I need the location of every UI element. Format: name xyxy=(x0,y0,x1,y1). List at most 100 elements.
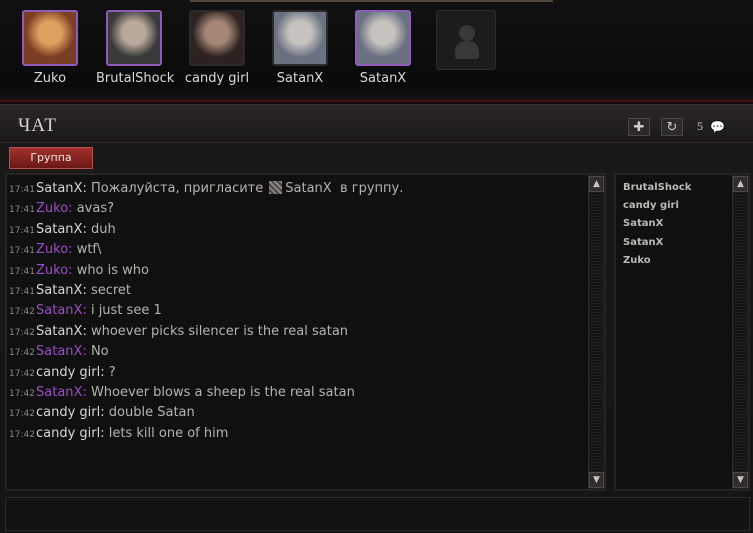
plus-icon: ✚ xyxy=(633,119,645,135)
message-author[interactable]: candy girl xyxy=(36,365,100,380)
author-separator: : xyxy=(100,405,109,421)
title-divider xyxy=(0,142,753,143)
chat-message: 17:41SatanX: secret xyxy=(9,281,584,301)
message-time: 17:41 xyxy=(9,185,35,195)
message-text: secret xyxy=(90,282,132,298)
party-bar-glow xyxy=(190,0,553,2)
avatar[interactable] xyxy=(272,10,328,66)
message-author[interactable]: Zuko xyxy=(36,263,68,278)
message-time: 17:42 xyxy=(9,307,35,318)
party-member[interactable]: candy girl xyxy=(179,10,255,86)
member-scrollbar[interactable]: ▲ ▼ xyxy=(732,175,748,489)
message-text: duh xyxy=(90,221,116,237)
party-member[interactable]: SatanX xyxy=(262,10,338,86)
speech-bubble-icon: 💬 xyxy=(710,120,725,134)
message-text: who is who xyxy=(76,262,149,278)
triangle-down-icon[interactable]: ▼ xyxy=(589,472,604,488)
author-separator: : xyxy=(82,384,91,400)
chat-message: 17:41Zuko: who is who xyxy=(9,261,584,281)
chat-input-box xyxy=(5,497,750,531)
party-member-name: Zuko xyxy=(33,71,67,86)
message-author[interactable]: SatanX xyxy=(36,385,82,400)
chat-message: 17:42SatanX: Whoever blows a sheep is th… xyxy=(9,383,584,403)
channel-member[interactable]: Zuko xyxy=(623,252,691,270)
message-time: 17:41 xyxy=(9,246,35,257)
chat-members-panel: BrutalShock candy girl SatanX SatanX Zuko ▲ … xyxy=(614,173,750,491)
message-scrollbar[interactable]: ▲ ▼ xyxy=(588,175,604,489)
message-author[interactable]: SatanX xyxy=(36,181,82,196)
message-author[interactable]: Zuko xyxy=(36,242,68,257)
chat-message: 17:41SatanX: duh xyxy=(9,220,584,240)
author-separator: : xyxy=(82,323,91,339)
refresh-icon: ↻ xyxy=(666,119,678,135)
member-count: 5 xyxy=(697,119,703,133)
invite-player-link[interactable]: SatanX xyxy=(285,181,331,196)
message-text: Whoever blows a sheep is the real satan xyxy=(90,384,355,400)
message-time: 17:42 xyxy=(9,368,35,379)
channel-member[interactable]: candy girl xyxy=(623,197,691,215)
empty-party-slot[interactable] xyxy=(436,10,496,70)
chat-message: 17:42SatanX: whoever picks silencer is t… xyxy=(9,322,584,342)
refresh-chat-button[interactable]: ↻ xyxy=(661,118,683,136)
message-time: 17:42 xyxy=(9,388,35,399)
message-time: 17:41 xyxy=(9,286,35,297)
avatar[interactable] xyxy=(106,10,162,66)
triangle-up-icon[interactable]: ▲ xyxy=(733,176,748,192)
avatar[interactable] xyxy=(22,10,78,66)
message-author[interactable]: SatanX xyxy=(36,324,82,339)
message-author[interactable]: SatanX xyxy=(36,283,82,298)
channel-member[interactable]: SatanX xyxy=(623,234,691,252)
channel-member[interactable]: BrutalShock xyxy=(623,179,691,197)
avatar[interactable] xyxy=(189,10,245,66)
party-member-name: candy girl xyxy=(184,71,250,86)
party-member-name: SatanX xyxy=(359,71,407,86)
add-chat-button[interactable]: ✚ xyxy=(628,118,650,136)
chat-message: 17:41Zuko: avas? xyxy=(9,199,584,219)
avatar[interactable] xyxy=(355,10,411,66)
avatar-image xyxy=(108,12,160,64)
chat-input[interactable] xyxy=(6,498,749,530)
triangle-down-icon[interactable]: ▼ xyxy=(733,472,748,488)
chat-message: 17:41SatanX: Пожалуйста, пригласите Satan… xyxy=(9,179,584,199)
message-author[interactable]: SatanX xyxy=(36,344,82,359)
message-text: No xyxy=(90,344,109,360)
triangle-up-icon[interactable]: ▲ xyxy=(589,176,604,192)
message-time: 17:41 xyxy=(9,205,35,216)
party-bar: Zuko BrutalShock candy girl SatanX SatanX xyxy=(0,0,753,102)
message-time: 17:42 xyxy=(9,327,35,338)
author-separator: : xyxy=(68,262,77,278)
author-separator: : xyxy=(82,282,91,298)
avatar-image xyxy=(191,12,243,64)
tab-group[interactable]: Группа xyxy=(9,147,93,169)
author-separator: : xyxy=(68,201,77,217)
message-time: 17:41 xyxy=(9,225,35,236)
chat-panel: ЧАТ ✚ ↻ 5 💬 Группа 17:41SatanX: Пожалуйс… xyxy=(0,104,753,533)
chat-message: 17:42candy girl: lets kill one of him xyxy=(9,424,584,444)
avatar-image xyxy=(357,12,409,64)
message-author[interactable]: candy girl xyxy=(36,426,100,441)
party-member[interactable]: BrutalShock xyxy=(96,10,174,86)
party-member-name: SatanX xyxy=(276,71,324,86)
author-separator: : xyxy=(68,242,77,258)
message-author[interactable]: Zuko xyxy=(36,201,68,216)
party-member[interactable]: SatanX xyxy=(345,10,421,86)
chat-title: ЧАТ xyxy=(18,115,58,136)
message-author[interactable]: candy girl xyxy=(36,405,100,420)
message-time: 17:42 xyxy=(9,348,35,359)
message-time: 17:42 xyxy=(9,429,35,440)
scroll-track[interactable] xyxy=(735,193,746,471)
message-author[interactable]: SatanX xyxy=(36,303,82,318)
chat-message: 17:42SatanX: i just see 1 xyxy=(9,301,584,321)
author-separator: : xyxy=(82,221,91,237)
message-author[interactable]: SatanX xyxy=(36,222,82,237)
message-text: Пожалуйста, пригласите xyxy=(90,181,264,196)
author-separator: : xyxy=(82,181,91,196)
party-member[interactable]: Zuko xyxy=(12,10,88,86)
chat-message: 17:42candy girl: double Satan xyxy=(9,403,584,423)
message-text: lets kill one of him xyxy=(108,425,229,441)
message-text: i just see 1 xyxy=(90,303,162,319)
player-avatar-icon xyxy=(269,181,283,194)
channel-member[interactable]: SatanX xyxy=(623,215,691,233)
scroll-track[interactable] xyxy=(591,193,602,471)
chat-message: 17:42SatanX: No xyxy=(9,342,584,362)
